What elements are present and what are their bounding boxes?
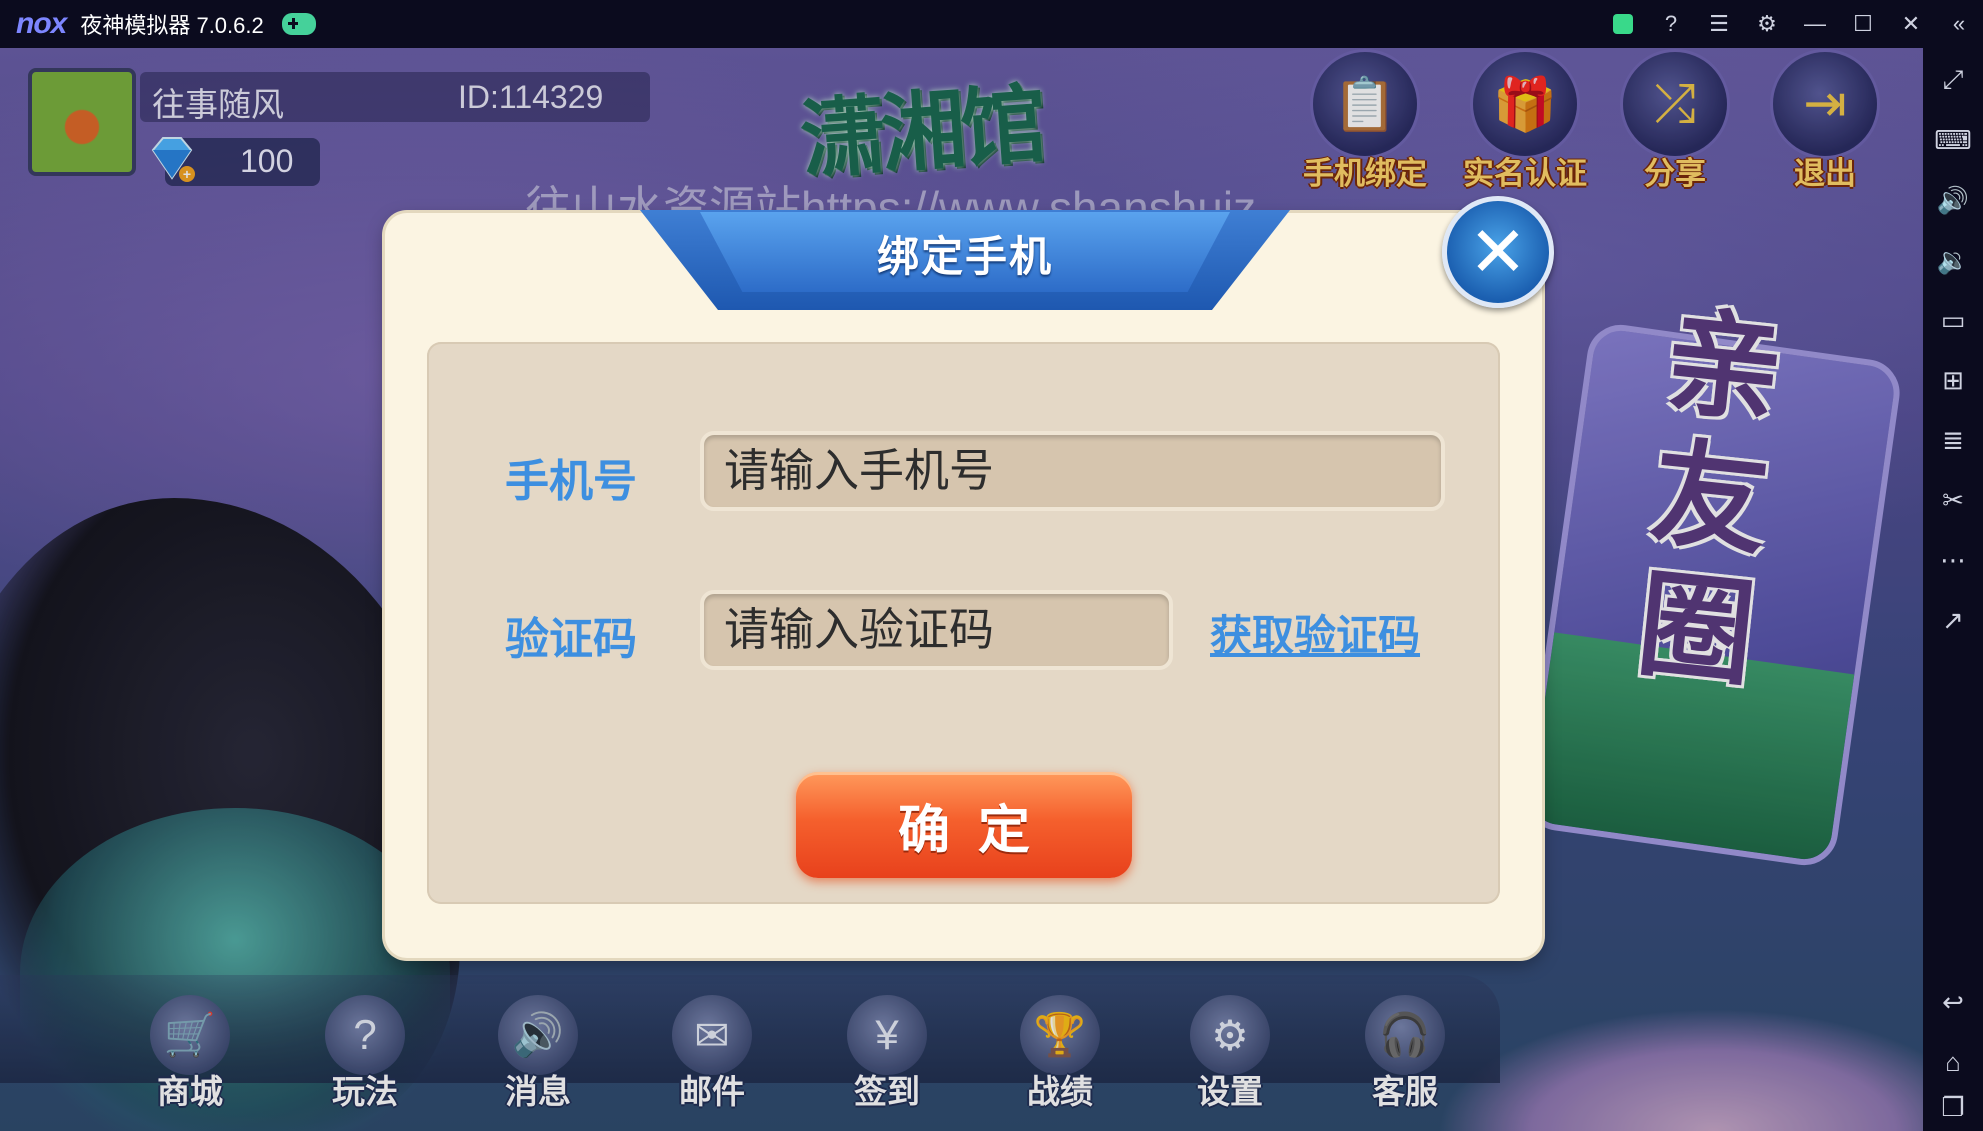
multi-window-icon[interactable]: ≣ xyxy=(1923,416,1983,464)
nox-logo: nox xyxy=(16,7,67,40)
code-input-box[interactable] xyxy=(700,590,1173,670)
get-code-link[interactable]: 获取验证码 xyxy=(1210,602,1420,663)
maximize-icon[interactable]: ☐ xyxy=(1839,0,1887,48)
help-icon[interactable]: ? xyxy=(1647,0,1695,48)
back-icon[interactable]: ↩ xyxy=(1923,978,1983,1026)
dialog-title: 绑定手机 xyxy=(876,233,1053,280)
external-link-icon[interactable]: ↗ xyxy=(1923,596,1983,644)
emulator-sidebar: ⤢ ⌨ 🔊 🔉 ▭ ⊞ ≣ ✂ ⋯ ↗ ↩ ⌂ ❐ xyxy=(1923,48,1983,1131)
confirm-button[interactable]: 确定 xyxy=(796,772,1132,878)
close-icon: ✕ xyxy=(1468,213,1528,291)
settings-icon[interactable]: ⚙ xyxy=(1743,0,1791,48)
gamepad-icon[interactable] xyxy=(281,13,316,35)
more-icon[interactable]: ⋯ xyxy=(1923,536,1983,584)
volume-down-icon[interactable]: 🔉 xyxy=(1923,236,1983,284)
volume-up-icon[interactable]: 🔊 xyxy=(1923,176,1983,224)
window-title: 夜神模拟器 7.0.6.2 xyxy=(80,13,264,38)
code-input[interactable] xyxy=(704,594,1169,666)
close-window-icon[interactable]: ✕ xyxy=(1887,0,1935,48)
screen-icon[interactable]: ▭ xyxy=(1923,296,1983,344)
phone-input-box[interactable] xyxy=(700,431,1445,511)
emulator-titlebar: nox 夜神模拟器 7.0.6.2 ? ☰ ⚙ — ☐ ✕ « xyxy=(0,0,1983,48)
collapse-sidebar-icon[interactable]: « xyxy=(1935,0,1983,48)
phone-label: 手机号 xyxy=(505,457,637,506)
minimize-icon[interactable]: — xyxy=(1791,0,1839,48)
fullscreen-icon[interactable]: ⤢ xyxy=(1923,56,1983,104)
keyboard-icon[interactable]: ⌨ xyxy=(1923,116,1983,164)
game-screen: 往事随风 ID:114329 + 100 潇湘馆 往山水资源站https://w… xyxy=(0,48,1923,1131)
menu-icon[interactable]: ☰ xyxy=(1695,0,1743,48)
apk-install-icon[interactable]: ⊞ xyxy=(1923,356,1983,404)
recent-apps-icon[interactable]: ❐ xyxy=(1923,1083,1983,1131)
home-icon[interactable]: ⌂ xyxy=(1923,1038,1983,1086)
scissors-icon[interactable]: ✂ xyxy=(1923,476,1983,524)
dialog-close-button[interactable]: ✕ xyxy=(1442,196,1554,308)
phone-input[interactable] xyxy=(704,435,1441,507)
confirm-label: 确定 xyxy=(897,801,1058,860)
code-label: 验证码 xyxy=(505,615,637,664)
multi-instance-icon[interactable] xyxy=(1599,0,1647,48)
